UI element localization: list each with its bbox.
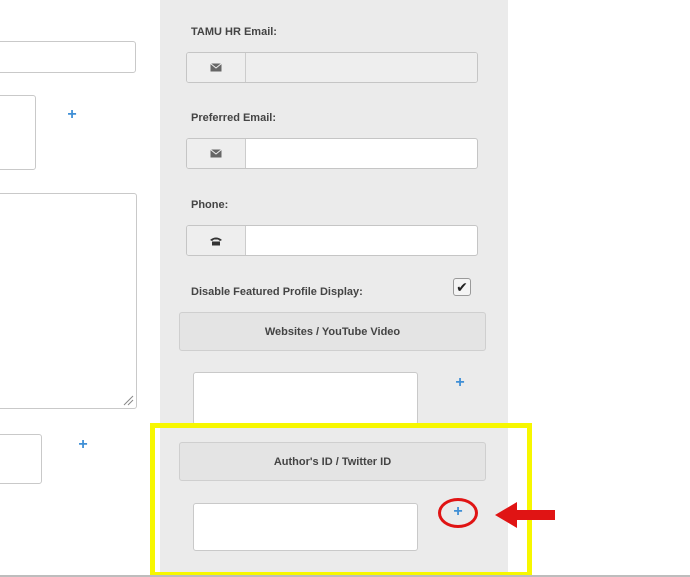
phone-value[interactable] <box>246 226 477 255</box>
tamu-hr-email-field[interactable] <box>186 52 478 83</box>
websites-youtube-button-label: Websites / YouTube Video <box>264 325 401 338</box>
add-left-item-icon[interactable]: + <box>65 107 79 123</box>
tamu-hr-email-label: TAMU HR Email: <box>191 26 277 38</box>
envelope-icon <box>187 139 246 168</box>
left-textarea[interactable] <box>0 193 137 409</box>
websites-input[interactable] <box>193 372 418 425</box>
add-website-icon[interactable]: + <box>453 375 467 391</box>
left-text-input-2[interactable] <box>0 95 36 170</box>
arrow-left-icon <box>495 502 555 528</box>
left-text-input-1[interactable] <box>0 41 136 73</box>
highlight-box <box>150 423 532 577</box>
preferred-email-field[interactable] <box>186 138 478 169</box>
preferred-email-label: Preferred Email: <box>191 112 276 124</box>
disable-featured-label: Disable Featured Profile Display: <box>191 286 363 298</box>
left-text-input-3[interactable] <box>0 434 42 484</box>
tamu-hr-email-value <box>246 53 477 82</box>
envelope-icon <box>187 53 246 82</box>
preferred-email-value[interactable] <box>246 139 477 168</box>
disable-featured-checkbox[interactable]: ✔ <box>453 278 471 296</box>
add-left-item-icon-2[interactable]: + <box>76 437 90 453</box>
phone-field[interactable] <box>186 225 478 256</box>
resize-handle-icon[interactable] <box>122 394 134 406</box>
phone-icon <box>187 226 246 255</box>
phone-label: Phone: <box>191 199 229 211</box>
websites-youtube-button[interactable]: Websites / YouTube Video <box>179 312 486 351</box>
highlight-circle <box>438 498 478 528</box>
